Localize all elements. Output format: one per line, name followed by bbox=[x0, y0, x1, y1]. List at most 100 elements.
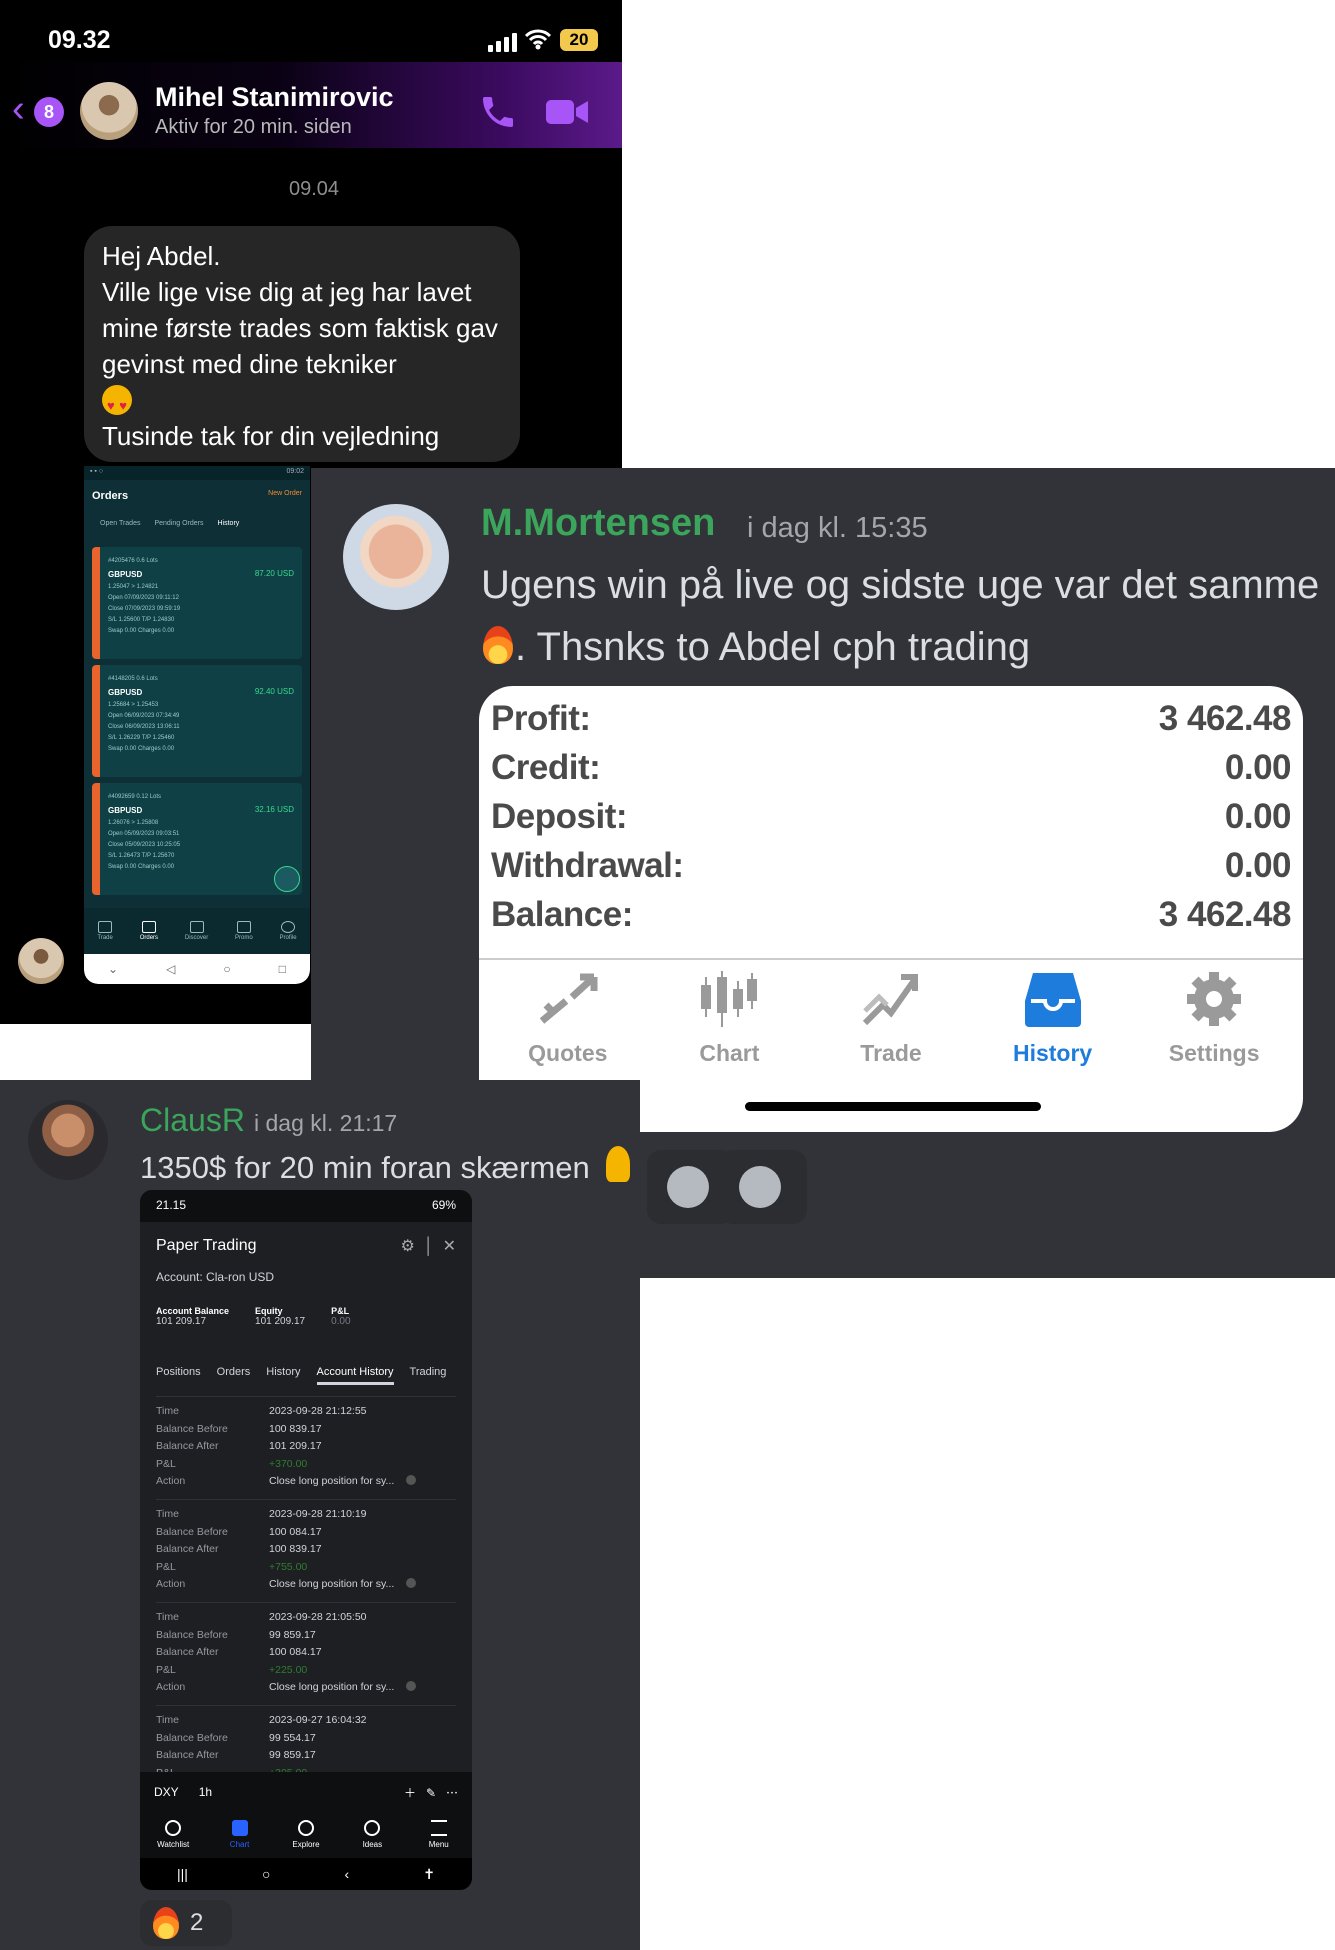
author-avatar[interactable] bbox=[28, 1100, 108, 1180]
date-stamp: 09.04 bbox=[288, 178, 340, 200]
field-label: Balance Before bbox=[156, 1731, 228, 1744]
order-lots: 0.6 Lots bbox=[136, 676, 158, 682]
tv-chart-toolbar: DXY 1h ＋ ✎ ⋯ bbox=[140, 1772, 472, 1812]
tab-label: Chart bbox=[699, 1040, 760, 1066]
tv-nav-label: Menu bbox=[428, 1840, 449, 1849]
shot-system-nav: ⌄ ◁ ○ □ bbox=[84, 954, 310, 984]
account-row-withdrawal: Withdrawal: 0.00 bbox=[491, 841, 1292, 890]
toolbar-icons: ＋ ✎ ⋯ bbox=[403, 1785, 458, 1800]
row-label: Deposit: bbox=[491, 797, 628, 836]
author-name[interactable]: M.Mortensen bbox=[481, 502, 715, 545]
field-label: Action bbox=[156, 1578, 186, 1591]
history-record[interactable]: Time 2023-09-28 21:10:19 Balance Before 100… bbox=[156, 1498, 456, 1596]
order-id: #4148205 bbox=[108, 676, 135, 682]
message-bubble[interactable]: Hej Abdel. Ville lige vise dig at jeg ha… bbox=[84, 226, 520, 462]
tab-label: Trade bbox=[860, 1040, 922, 1066]
trade-icon bbox=[98, 921, 113, 933]
tv-nav-label: Explore bbox=[292, 1840, 320, 1849]
battery-icon: 20 bbox=[560, 29, 598, 51]
field-label: Time bbox=[156, 1610, 179, 1623]
tv-nav-label: Chart bbox=[229, 1840, 250, 1849]
field-label: Action bbox=[156, 1475, 186, 1488]
account-row-balance: Balance: 3 462.48 bbox=[491, 890, 1292, 939]
tab-chart[interactable]: Chart bbox=[654, 968, 804, 1067]
order-id-lots: #4148205 0.6 Lots bbox=[108, 676, 294, 682]
tv-tab: Account History bbox=[316, 1366, 394, 1385]
field-value: +370.00 bbox=[269, 1457, 308, 1470]
message-line: Ville lige vise dig at jeg har lavet min… bbox=[102, 277, 498, 379]
kpi-value: 0.00 bbox=[331, 1316, 351, 1327]
candlestick-chart-icon bbox=[701, 971, 758, 1027]
order-id-lots: #4205476 0.6 Lots bbox=[108, 558, 294, 564]
history-record[interactable]: Time 2023-09-28 21:05:50 Balance Before 99 … bbox=[156, 1601, 456, 1699]
chart-icon bbox=[231, 1820, 248, 1836]
shot-status-time: 09:02 bbox=[286, 468, 304, 475]
tv-tabs: Positions Orders History Account History… bbox=[156, 1366, 446, 1385]
row-value: 0.00 bbox=[1224, 846, 1292, 885]
tab-history[interactable]: History bbox=[978, 968, 1128, 1067]
info-icon[interactable] bbox=[406, 1474, 416, 1485]
info-icon[interactable] bbox=[406, 1577, 416, 1588]
order-tp: T/P 1.24830 bbox=[141, 617, 175, 623]
tv-nav-menu: Menu bbox=[414, 1820, 464, 1858]
home-circle-icon: ○ bbox=[223, 962, 231, 976]
fire-reaction[interactable]: 2 bbox=[140, 1900, 232, 1946]
order-id: #4092659 bbox=[108, 794, 135, 800]
history-record[interactable]: Time 2023-09-28 21:12:55 Balance Before 100… bbox=[156, 1396, 456, 1493]
author-name[interactable]: ClausR bbox=[140, 1102, 245, 1139]
author-avatar[interactable] bbox=[343, 504, 449, 610]
tab-settings[interactable]: Settings bbox=[1139, 968, 1289, 1067]
order-lots: 0.6 Lots bbox=[136, 558, 158, 564]
back-chevron-icon[interactable]: ‹ bbox=[12, 90, 25, 128]
orders-history-screenshot[interactable]: ▪ ▪ ○ 09:02 Orders New Order Open Trades P… bbox=[84, 466, 310, 984]
wifi-icon bbox=[524, 29, 552, 50]
kpi-label: Equity bbox=[255, 1306, 283, 1316]
field-label: P&L bbox=[156, 1457, 176, 1470]
tv-system-nav: ||| ○ ‹ ✝ bbox=[140, 1858, 472, 1890]
record-field: Balance Before 99 554.17 bbox=[156, 1732, 456, 1750]
order-sl-tp: S/L 1.26229 T/P 1.25460 bbox=[108, 735, 294, 741]
contact-avatar[interactable] bbox=[80, 82, 138, 140]
field-value: 2023-09-27 16:04:32 bbox=[269, 1713, 367, 1726]
tab-trade[interactable]: Trade bbox=[816, 968, 966, 1067]
tv-tab: Trading bbox=[409, 1366, 447, 1378]
record-field: Balance Before 100 084.17 bbox=[156, 1526, 456, 1544]
discord-post-clausr: ClausR i dag kl. 21:17 1350$ for 20 min … bbox=[0, 1080, 640, 1950]
contact-name[interactable]: Mihel Stanimirovic bbox=[155, 82, 394, 113]
star-icon bbox=[165, 1820, 182, 1836]
tradingview-screenshot[interactable]: 21.15 69% Paper Trading ⚙ │ ✕ Account: Cl… bbox=[140, 1190, 472, 1890]
mt4-account-screenshot[interactable]: Profit: 3 462.48 Credit: 0.00 Deposit: 0.00… bbox=[479, 686, 1303, 1132]
phone-call-icon[interactable] bbox=[478, 92, 518, 132]
add-reaction-icon bbox=[667, 1166, 709, 1208]
order-prices: 1.26076 > 1.25808 bbox=[108, 820, 159, 826]
video-call-icon[interactable] bbox=[545, 96, 589, 128]
home-indicator bbox=[745, 1102, 1041, 1111]
field-value: 2023-09-28 21:10:19 bbox=[269, 1507, 367, 1520]
order-swap: Swap 0.00 bbox=[108, 746, 137, 752]
order-lots: 0.12 Lots bbox=[136, 794, 162, 800]
field-label: Balance Before bbox=[156, 1525, 228, 1538]
tab-quotes[interactable]: Quotes bbox=[493, 968, 643, 1067]
field-value: 100 839.17 bbox=[269, 1543, 322, 1556]
shot-tab: Pending Orders bbox=[154, 520, 204, 527]
message-line: Hej Abdel. bbox=[102, 241, 221, 271]
field-value: Close long position for sy... bbox=[269, 1578, 395, 1591]
record-field: Balance Before 100 839.17 bbox=[156, 1423, 456, 1441]
tv-nav-label: Ideas bbox=[362, 1840, 383, 1849]
info-icon[interactable] bbox=[406, 1680, 416, 1691]
kpi-value: 101 209.17 bbox=[156, 1316, 207, 1327]
record-field: Balance Before 99 859.17 bbox=[156, 1629, 456, 1647]
add-reaction-button[interactable] bbox=[719, 1150, 807, 1224]
row-value: 3 462.48 bbox=[1158, 895, 1292, 934]
record-field: Time 2023-09-27 16:04:32 bbox=[156, 1714, 456, 1732]
shot-status-bar: ▪ ▪ ○ 09:02 bbox=[84, 466, 310, 480]
tv-nav-chart: Chart bbox=[215, 1820, 265, 1858]
orders-icon bbox=[141, 921, 156, 933]
settings-close-icons: ⚙ │ ✕ bbox=[400, 1238, 456, 1255]
record-field: Balance After 99 859.17 bbox=[156, 1749, 456, 1767]
order-pnl: 92.40 USD bbox=[254, 687, 294, 696]
field-label: Time bbox=[156, 1405, 179, 1417]
tv-tab: Orders bbox=[216, 1366, 251, 1378]
add-reaction-icon bbox=[739, 1166, 781, 1208]
row-value: 0.00 bbox=[1224, 797, 1292, 836]
